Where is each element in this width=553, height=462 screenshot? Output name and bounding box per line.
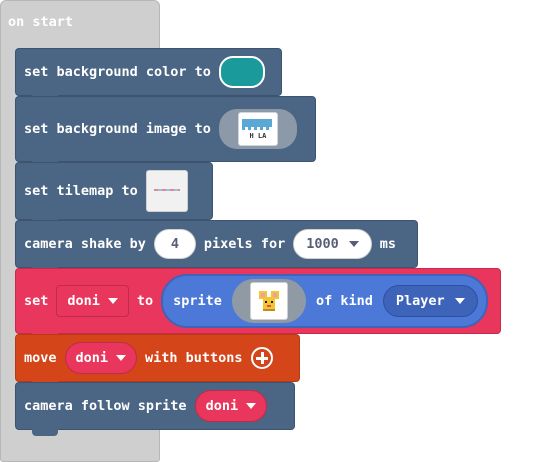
chevron-down-icon [348, 241, 359, 247]
camera-shake-label: camera shake by [24, 236, 146, 252]
set-sprite-block[interactable]: set doni to sprite of kind Player [15, 268, 501, 340]
camera-follow-block[interactable]: camera follow sprite doni [15, 382, 295, 436]
sprite-create-block[interactable]: sprite of kind Player [161, 274, 488, 328]
camera-follow-label: camera follow sprite [24, 398, 187, 414]
shake-duration-value: 1000 [306, 236, 339, 252]
move-variable-dropdown[interactable]: doni [64, 342, 138, 374]
background-image-text: H LA [249, 132, 267, 140]
sprite-image-thumbnail [249, 282, 288, 320]
shake-duration-dropdown[interactable]: 1000 [293, 229, 372, 259]
mouse-sprite-icon [258, 291, 279, 311]
variable-value: doni [67, 293, 100, 309]
plus-icon[interactable] [250, 347, 273, 369]
with-buttons-label: with buttons [145, 350, 243, 366]
follow-variable-value: doni [205, 398, 239, 414]
camera-shake-block[interactable]: camera shake by 4 pixels for 1000 ms [15, 220, 418, 274]
tilemap-thumbnail[interactable] [145, 170, 188, 212]
set-background-color-label: set background color to [24, 64, 211, 80]
pixels-for-label: pixels for [203, 236, 286, 252]
background-color-swatch[interactable] [218, 56, 265, 88]
set-tilemap-block[interactable]: set tilemap to [15, 162, 213, 226]
shake-amount-field[interactable]: 4 [153, 229, 196, 259]
of-kind-label: of kind [315, 293, 373, 309]
set-tilemap-label: set tilemap to [24, 183, 138, 199]
kind-dropdown[interactable]: Player [382, 285, 478, 317]
follow-variable-dropdown[interactable]: doni [194, 390, 268, 422]
set-label: set [24, 293, 49, 309]
sprite-label: sprite [173, 293, 222, 309]
move-variable-value: doni [75, 350, 109, 366]
chevron-down-icon [454, 298, 465, 304]
set-background-color-block[interactable]: set background color to [15, 48, 282, 102]
on-start-label: on start [8, 14, 74, 30]
set-background-image-label: set background image to [24, 121, 211, 137]
chevron-down-icon [107, 298, 118, 304]
chevron-down-icon [116, 355, 127, 361]
kind-value: Player [395, 293, 445, 309]
move-label: move [24, 350, 57, 366]
background-image-thumbnail: H LA [237, 112, 278, 146]
set-background-image-block[interactable]: set background image to H LA [15, 96, 316, 168]
chevron-down-icon [246, 403, 257, 409]
ms-label: ms [379, 236, 396, 252]
background-image-well[interactable]: H LA [218, 109, 297, 149]
move-with-buttons-block[interactable]: move doni with buttons [15, 334, 300, 388]
sprite-image-well[interactable] [231, 279, 306, 323]
to-label: to [136, 293, 154, 309]
variable-dropdown[interactable]: doni [56, 285, 129, 317]
